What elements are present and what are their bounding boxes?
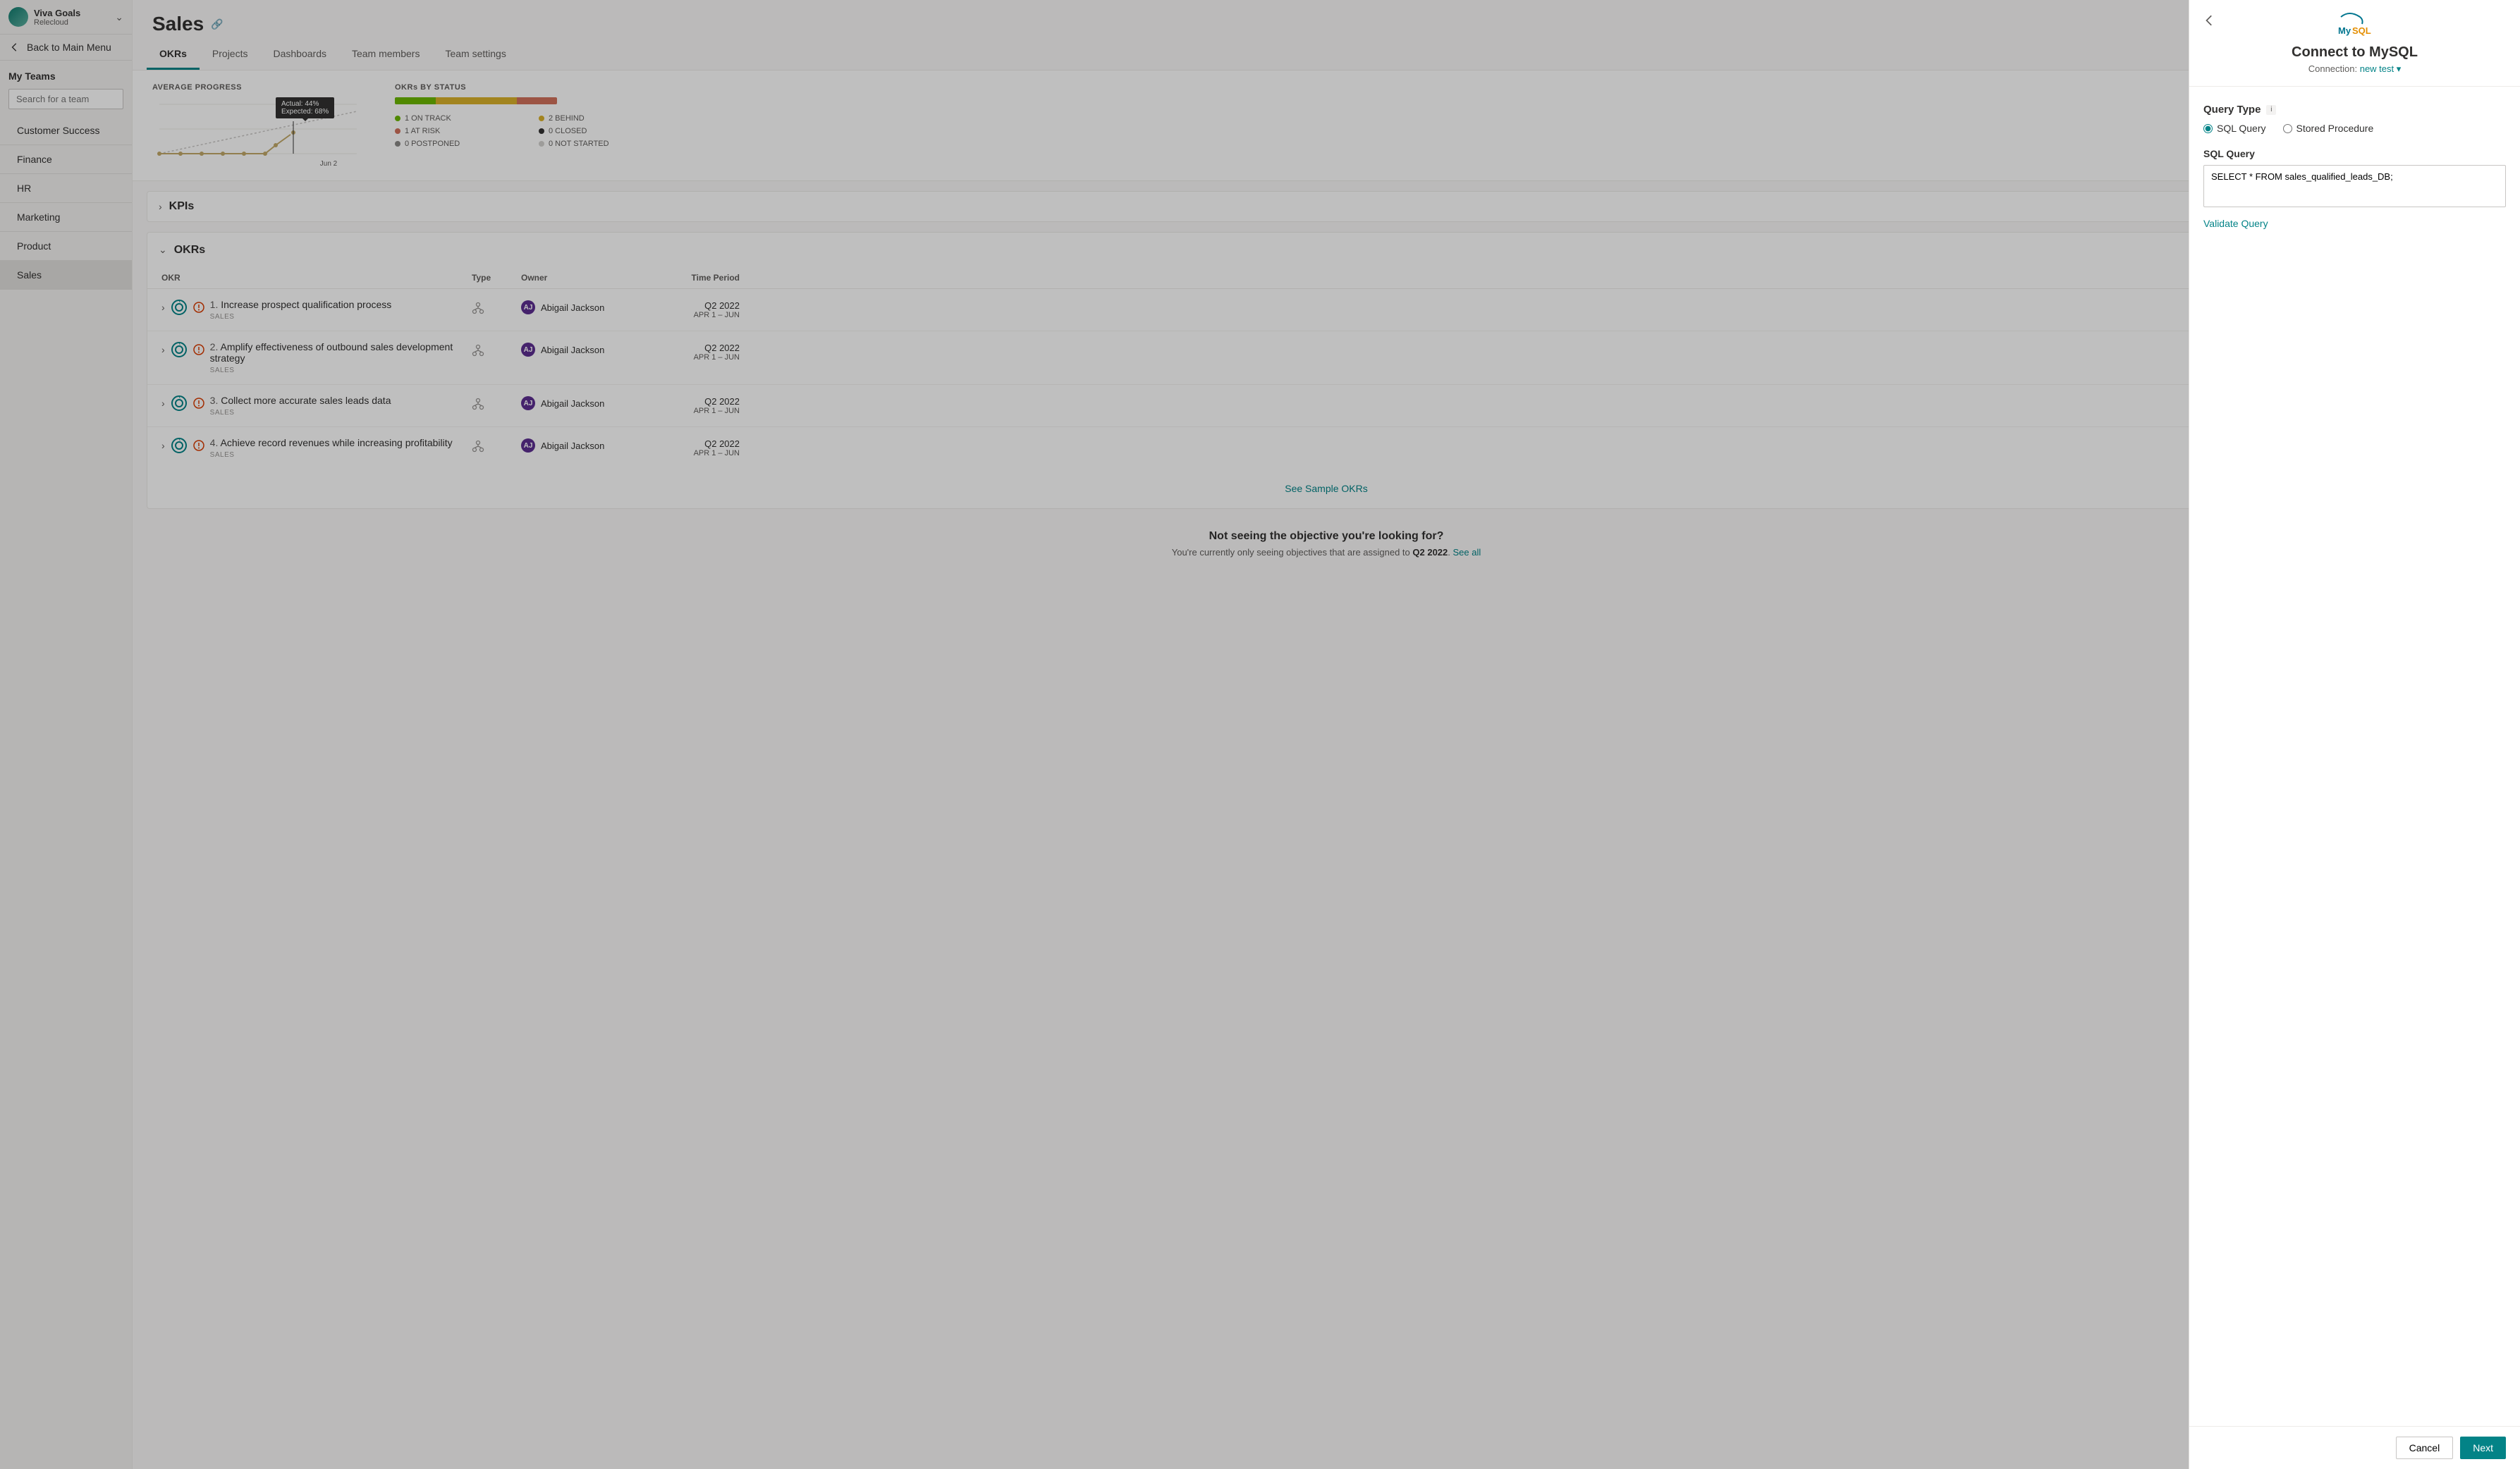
connection-dropdown[interactable]: new test ▾ <box>2360 63 2402 74</box>
radio-sp-input[interactable] <box>2283 124 2292 133</box>
validate-query-link[interactable]: Validate Query <box>2203 218 2268 229</box>
radio-stored-procedure[interactable]: Stored Procedure <box>2283 123 2374 134</box>
cancel-button[interactable]: Cancel <box>2396 1437 2454 1459</box>
panel-back-button[interactable] <box>2201 11 2219 32</box>
query-type-label: Query Type <box>2203 104 2261 116</box>
chevron-left-icon <box>2203 14 2216 27</box>
sql-query-textarea[interactable] <box>2203 165 2506 207</box>
radio-sql-query[interactable]: SQL Query <box>2203 123 2266 134</box>
svg-text:SQL: SQL <box>2352 25 2371 36</box>
svg-text:My: My <box>2338 25 2351 36</box>
mysql-panel: My SQL Connect to MySQL Connection: new … <box>2189 0 2520 1469</box>
radio-sql-input[interactable] <box>2203 124 2213 133</box>
info-icon[interactable]: i <box>2266 105 2276 115</box>
sql-query-label: SQL Query <box>2203 148 2506 159</box>
panel-title: Connect to MySQL <box>2203 44 2506 61</box>
connection-line: Connection: new test ▾ <box>2203 63 2506 75</box>
next-button[interactable]: Next <box>2460 1437 2506 1459</box>
mysql-logo-icon: My SQL <box>2335 11 2375 37</box>
modal-overlay[interactable] <box>0 0 2520 1469</box>
